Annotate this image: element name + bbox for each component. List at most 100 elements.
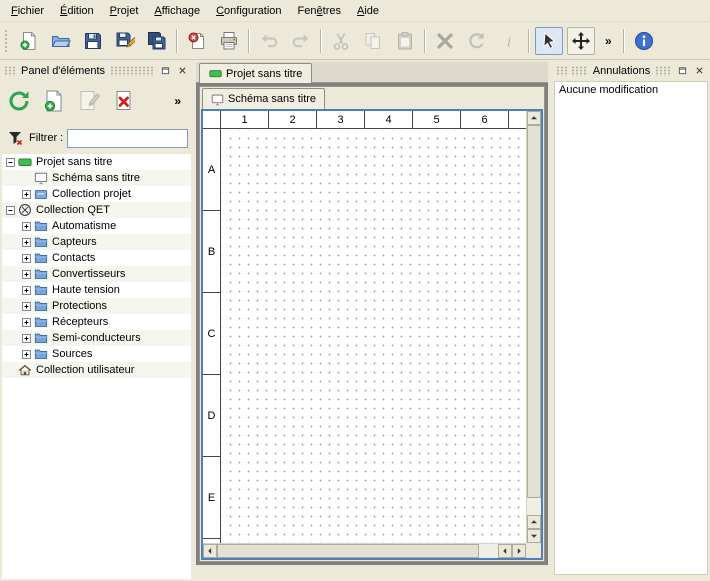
delete-element-button[interactable]: [109, 86, 139, 116]
dock-drag-grip[interactable]: [556, 66, 568, 76]
visualisation-mode-button[interactable]: [567, 27, 595, 55]
toolbar-separator: [623, 29, 625, 53]
expand-icon[interactable]: [22, 190, 31, 199]
tree-item-collection-projet[interactable]: Collection projet: [2, 186, 191, 202]
expand-icon[interactable]: [22, 318, 31, 327]
tree-item-collection-utilisateur[interactable]: Collection utilisateur: [2, 362, 191, 378]
home-icon: [18, 363, 32, 377]
folder-icon: [34, 251, 48, 265]
schema-grid[interactable]: [222, 130, 526, 543]
save-project-as-button[interactable]: [111, 27, 139, 55]
new-element-button[interactable]: [39, 86, 69, 116]
main-toolbar: i»: [0, 22, 710, 60]
scroll-left-button-right[interactable]: [498, 544, 512, 558]
float-dock-button[interactable]: [675, 64, 689, 78]
menu-fichier[interactable]: Fichier: [3, 2, 52, 20]
close-dock-button[interactable]: [692, 64, 706, 78]
about-button[interactable]: [630, 27, 658, 55]
undo-panel-titlebar[interactable]: Annulations: [552, 62, 710, 79]
vertical-scroll-track[interactable]: [527, 498, 541, 515]
dock-drag-grip[interactable]: [655, 66, 672, 76]
tree-item-label: Sources: [51, 348, 92, 360]
expand-icon[interactable]: [22, 270, 31, 279]
expand-icon[interactable]: [22, 222, 31, 231]
schema-icon: [211, 93, 224, 106]
tab-project[interactable]: Projet sans titre: [199, 63, 312, 83]
tree-item-label: Collection utilisateur: [35, 364, 134, 376]
collapse-icon[interactable]: [6, 158, 15, 167]
ruler-column-label: 3: [317, 111, 365, 128]
undo-empty-text: Aucune modification: [559, 84, 703, 96]
save-project-button[interactable]: [79, 27, 107, 55]
horizontal-scroll-track[interactable]: [479, 544, 498, 558]
delete-selection-button: [431, 27, 459, 55]
tree-item-collection-qet[interactable]: Collection QET: [2, 202, 191, 218]
selection-mode-button[interactable]: [535, 27, 563, 55]
float-dock-button[interactable]: [158, 64, 172, 78]
scroll-up-button[interactable]: [527, 111, 541, 125]
expand-icon[interactable]: [22, 334, 31, 343]
folder-icon: [34, 347, 48, 361]
menu-edition[interactable]: Édition: [52, 2, 102, 20]
scroll-right-button[interactable]: [512, 544, 526, 558]
reload-collections-button[interactable]: [4, 86, 34, 116]
tree-item-label: Convertisseurs: [51, 268, 125, 280]
panel-toolbar-extension-button[interactable]: »: [174, 94, 189, 108]
tree-item-projet-sans-titre[interactable]: Projet sans titre: [2, 154, 191, 170]
toolbar-drag-handle[interactable]: [4, 29, 9, 53]
tree-item-automatisme[interactable]: Automatisme: [2, 218, 191, 234]
menu-projet[interactable]: Projet: [102, 2, 147, 20]
expand-icon[interactable]: [22, 238, 31, 247]
tab-schema[interactable]: Schéma sans titre: [202, 88, 325, 109]
tree-item-schema-sans-titre[interactable]: Schéma sans titre: [2, 170, 191, 186]
close-project-button[interactable]: [183, 27, 211, 55]
filter-input[interactable]: [67, 129, 188, 148]
toolbar-extension-button[interactable]: »: [599, 27, 618, 55]
menu-configuration[interactable]: Configuration: [208, 2, 289, 20]
tree-item-contacts[interactable]: Contacts: [2, 250, 191, 266]
dock-drag-grip[interactable]: [4, 66, 16, 76]
undo-list[interactable]: Aucune modification: [554, 81, 708, 575]
vertical-scrollbar[interactable]: [526, 111, 541, 543]
scroll-up-button-bottom[interactable]: [527, 515, 541, 529]
mdi-viewport: Schéma sans titre 123456 ABCDE: [196, 83, 548, 565]
float-icon: [678, 66, 687, 75]
vertical-scroll-thumb[interactable]: [527, 125, 541, 498]
horizontal-scrollbar[interactable]: [203, 543, 526, 558]
close-dock-button[interactable]: [175, 64, 189, 78]
tree-item-recepteurs[interactable]: Récepteurs: [2, 314, 191, 330]
print-button[interactable]: [215, 27, 243, 55]
dock-drag-grip[interactable]: [571, 66, 588, 76]
dock-drag-grip[interactable]: [110, 66, 155, 76]
scroll-down-button[interactable]: [527, 529, 541, 543]
ruler-column-label: 5: [413, 111, 461, 128]
menu-aide[interactable]: Aide: [349, 2, 387, 20]
tree-item-semi-conducteurs[interactable]: Semi-conducteurs: [2, 330, 191, 346]
ruler-column-label: 4: [365, 111, 413, 128]
open-project-button[interactable]: [47, 27, 75, 55]
tree-item-protections[interactable]: Protections: [2, 298, 191, 314]
tab-schema-label: Schéma sans titre: [228, 93, 316, 105]
menu-affichage[interactable]: Affichage: [146, 2, 208, 20]
expand-icon[interactable]: [22, 350, 31, 359]
tree-item-convertisseurs[interactable]: Convertisseurs: [2, 266, 191, 282]
tree-item-capteurs[interactable]: Capteurs: [2, 234, 191, 250]
float-icon: [161, 66, 170, 75]
undo-panel-dock: Annulations Aucune modification: [552, 62, 710, 581]
expand-icon[interactable]: [22, 302, 31, 311]
right-arrow-icon: [515, 547, 523, 555]
expand-icon[interactable]: [22, 254, 31, 263]
tree-item-haute-tension[interactable]: Haute tension: [2, 282, 191, 298]
folder-icon: [34, 267, 48, 281]
elements-panel-titlebar[interactable]: Panel d'éléments: [0, 62, 193, 79]
collapse-icon[interactable]: [6, 206, 15, 215]
tree-item-sources[interactable]: Sources: [2, 346, 191, 362]
menu-fenetres[interactable]: Fenêtres: [290, 2, 349, 20]
schema-view[interactable]: 123456 ABCDE: [201, 109, 543, 560]
save-all-schemas-button[interactable]: [143, 27, 171, 55]
clear-filter-button[interactable]: [5, 128, 25, 148]
horizontal-scroll-thumb[interactable]: [217, 544, 479, 558]
scroll-left-button[interactable]: [203, 544, 217, 558]
new-project-button[interactable]: [15, 27, 43, 55]
expand-icon[interactable]: [22, 286, 31, 295]
